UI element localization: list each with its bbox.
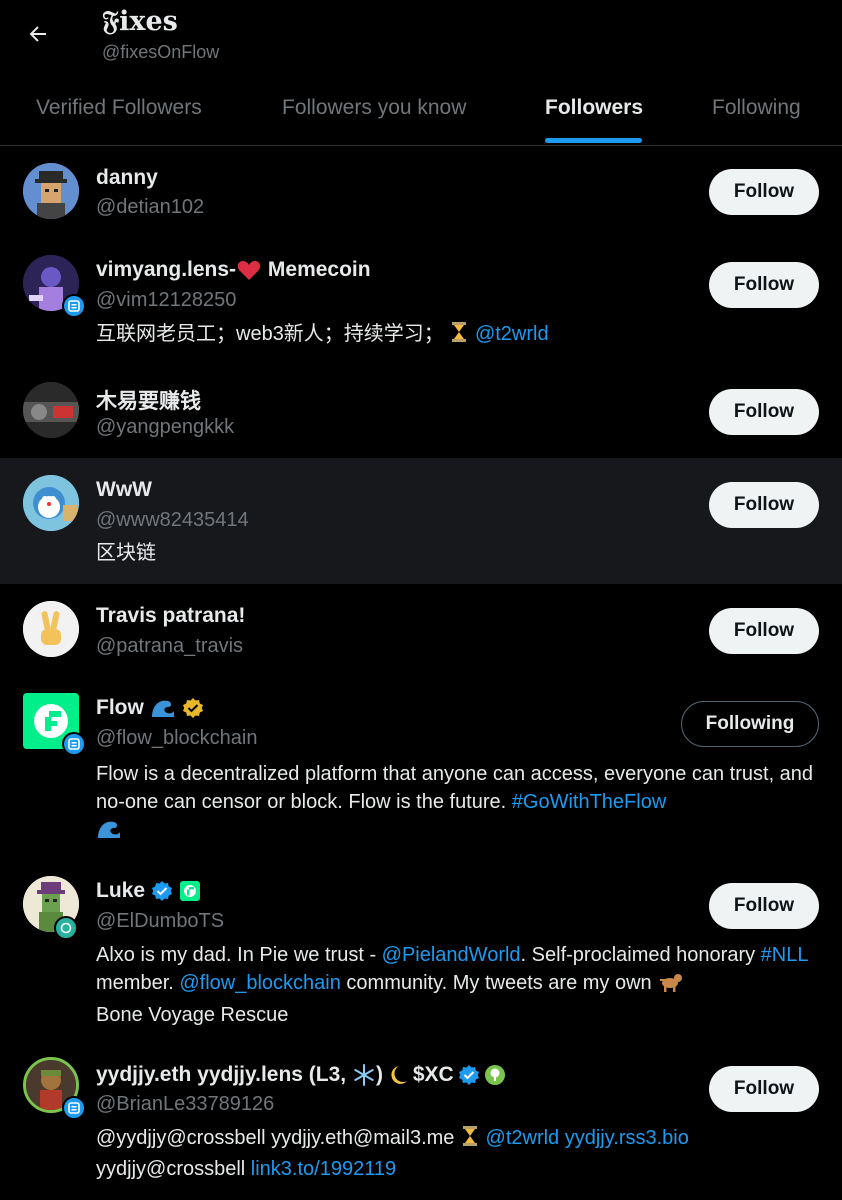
bio-text: . Self-proclaimed honorary [520,944,761,966]
app-badge-icon [62,1096,86,1120]
user-bio: 互联网老员工；web3新人；持续学习； @t2wrld [96,320,816,351]
user-handle[interactable]: @BrianLe33789126 [96,1093,274,1116]
bio-text: yydjjy@crossbell [96,1158,251,1180]
profile-header: 𝔉ixes @fixesOnFlow Verified Followers Fo… [0,0,842,146]
following-button[interactable]: Following [681,701,819,747]
follow-button[interactable]: Follow [709,1066,819,1112]
user-name-end: $XC [412,1063,454,1086]
user-name[interactable]: WwW [96,478,152,502]
tab-followers-you-know[interactable]: Followers you know [282,96,466,120]
user-name[interactable]: yydjjy.eth yydjjy.lens (L3, ) $XC [96,1063,506,1087]
wave-icon [96,818,122,848]
tree-badge-icon [484,1064,506,1086]
user-row-danny[interactable]: danny @detian102 Follow [0,146,842,238]
user-name[interactable]: Travis patrana! [96,604,245,628]
user-row-yydjjy[interactable]: yydjjy.eth yydjjy.lens (L3, ) $XC @Brian… [0,1040,842,1200]
mention-link[interactable]: @t2wrld yydjjy.rss3.bio [486,1127,689,1149]
flow-affiliate-icon [179,880,201,902]
user-handle[interactable]: @flow_blockchain [96,727,258,750]
tab-verified-followers[interactable]: Verified Followers [36,96,202,120]
user-bio: Alxo is my dad. In Pie we trust - @Piela… [96,941,816,1029]
bio-text: community. My tweets are my own [340,972,658,994]
hourglass-icon [449,321,469,351]
avatar[interactable] [23,601,79,657]
user-row-travis[interactable]: Travis patrana! @patrana_travis Follow [0,584,842,676]
url-link[interactable]: link3.to/1992119 [251,1158,396,1180]
app-badge-icon [54,916,78,940]
user-row-vimyang[interactable]: vimyang.lens- Memecoin @vim12128250 互联网老… [0,238,842,368]
user-bio: Flow is a decentralized platform that an… [96,760,816,848]
user-handle[interactable]: @ElDumboTS [96,910,224,933]
red-heart-icon [236,259,262,281]
user-name-text: vimyang.lens- [96,258,237,281]
crescent-moon-icon [389,1063,413,1087]
verified-badge-icon [151,880,173,902]
user-name-mid: ) [375,1063,389,1086]
follow-button[interactable]: Follow [709,482,819,528]
user-bio: @yydjjy@crossbell yydjjy.eth@mail3.me @t… [96,1124,816,1183]
user-name-text: Flow [96,696,144,719]
hashtag-link[interactable]: #NLL [761,944,808,966]
mention-link[interactable]: @PielandWorld [382,944,521,966]
follow-button[interactable]: Follow [709,389,819,435]
app-badge-icon [62,294,86,318]
follow-button[interactable]: Follow [709,608,819,654]
user-handle[interactable]: @yangpengkkk [96,416,234,439]
bio-text: member. [96,972,180,994]
bio-text: Flow is a decentralized platform that an… [96,763,814,813]
user-row-www[interactable]: WwW @www82435414 区块链 Follow [0,458,842,584]
hourglass-icon [460,1125,480,1155]
user-handle[interactable]: @vim12128250 [96,289,236,312]
avatar[interactable] [23,382,79,438]
mention-link[interactable]: @flow_blockchain [179,972,341,994]
app-badge-icon [62,732,86,756]
user-name[interactable]: danny [96,166,158,190]
snowflake-icon [352,1063,376,1087]
gold-verified-badge-icon [182,697,204,719]
bio-text: Bone Voyage Rescue [96,1004,289,1026]
user-name-suffix: Memecoin [262,258,371,281]
user-handle[interactable]: @detian102 [96,196,204,219]
user-row-yangpeng[interactable]: 木易要赚钱 @yangpengkkk Follow [0,368,842,458]
bio-text: 互联网老员工；web3新人；持续学习； [96,323,444,345]
user-handle[interactable]: @www82435414 [96,509,249,532]
tab-followers[interactable]: Followers [545,96,643,120]
user-handle[interactable]: @patrana_travis [96,635,243,658]
user-name[interactable]: vimyang.lens- Memecoin [96,258,371,282]
user-name[interactable]: Flow [96,696,204,720]
user-name-text: Luke [96,879,146,902]
follow-button[interactable]: Follow [709,883,819,929]
bio-text: @yydjjy@crossbell yydjjy.eth@mail3.me [96,1127,460,1149]
user-name-text: yydjjy.eth yydjjy.lens (L3, [96,1063,352,1086]
mention-link[interactable]: @t2wrld [475,323,549,345]
active-tab-indicator [545,138,642,143]
user-name[interactable]: 木易要赚钱 [96,385,201,415]
dog-icon [657,971,683,1001]
bio-text: Alxo is my dad. In Pie we trust - [96,944,382,966]
profile-title: 𝔉ixes [102,6,178,37]
verified-badge-icon [458,1064,480,1086]
back-arrow-icon[interactable] [22,18,54,50]
avatar[interactable] [23,163,79,219]
follow-button[interactable]: Follow [709,169,819,215]
user-bio: 区块链 [96,542,156,564]
profile-handle: @fixesOnFlow [102,42,220,62]
avatar[interactable] [23,475,79,531]
tab-bar: Verified Followers Followers you know Fo… [0,82,842,146]
follow-button[interactable]: Follow [709,262,819,308]
user-row-flow[interactable]: Flow @flow_blockchain Flow is a decentra… [0,676,842,852]
user-row-luke[interactable]: Luke @ElDumboTS Alxo is my dad. In Pie w… [0,852,842,1040]
tab-following[interactable]: Following [712,96,801,120]
wave-icon [150,697,176,719]
user-name[interactable]: Luke [96,879,201,903]
hashtag-link[interactable]: #GoWithTheFlow [512,791,667,813]
